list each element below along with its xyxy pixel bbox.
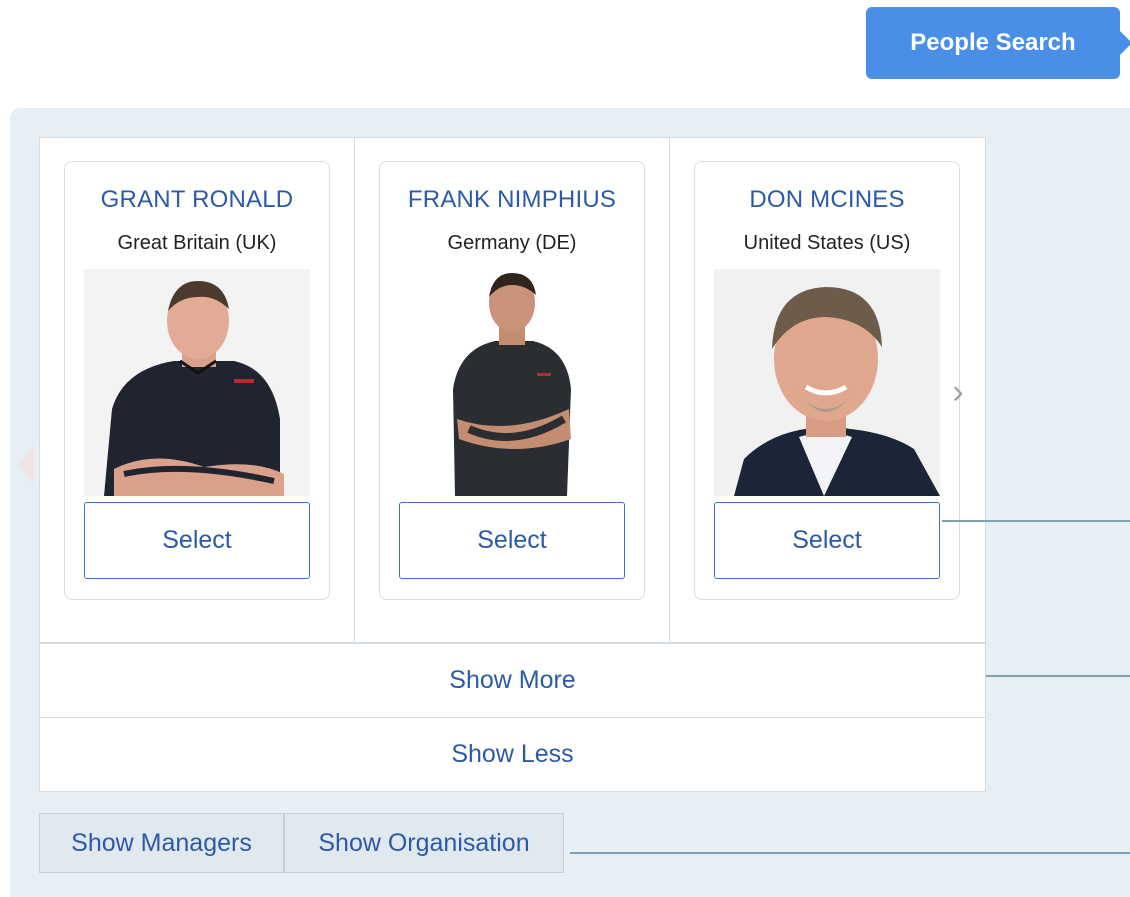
people-search-callout: People Search: [866, 7, 1130, 79]
connector-line: [942, 520, 1130, 522]
person-country: United States (US): [743, 232, 911, 254]
person-country: Great Britain (UK): [117, 232, 277, 254]
chevron-left-icon[interactable]: [18, 445, 34, 485]
person-photo-illustration: [399, 269, 625, 496]
select-button[interactable]: Select: [399, 502, 625, 579]
show-managers-button[interactable]: Show Managers: [39, 813, 284, 873]
connector-line: [570, 852, 1130, 854]
person-photo-illustration: [714, 269, 940, 496]
person-card: GRANT RONALD Great Britain (UK) Select: [64, 161, 330, 600]
show-more-button[interactable]: Show More: [39, 643, 986, 718]
chevron-right-icon[interactable]: ›: [944, 375, 972, 409]
person-photo: [84, 269, 310, 496]
carousel-cell: GRANT RONALD Great Britain (UK) Select: [40, 138, 355, 642]
carousel-cell: FRANK NIMPHIUS Germany (DE) Select: [355, 138, 670, 642]
connector-line: [986, 675, 1130, 677]
show-less-button[interactable]: Show Less: [39, 717, 986, 792]
person-card: DON MCINES United States (US) Select: [694, 161, 960, 600]
select-button[interactable]: Select: [84, 502, 310, 579]
person-photo: [714, 269, 940, 496]
carousel-cell: DON MCINES United States (US) Select: [670, 138, 985, 642]
person-photo: [399, 269, 625, 496]
person-country: Germany (DE): [447, 232, 577, 254]
person-photo-illustration: [84, 269, 310, 496]
people-carousel: GRANT RONALD Great Britain (UK) Select F…: [39, 137, 986, 643]
person-name: FRANK NIMPHIUS: [407, 186, 617, 213]
person-name: GRANT RONALD: [100, 186, 294, 213]
person-name: DON MCINES: [749, 186, 905, 213]
show-organisation-button[interactable]: Show Organisation: [284, 813, 564, 873]
select-button[interactable]: Select: [714, 502, 940, 579]
callout-label: People Search: [910, 29, 1076, 56]
person-card: FRANK NIMPHIUS Germany (DE) Select: [379, 161, 645, 600]
